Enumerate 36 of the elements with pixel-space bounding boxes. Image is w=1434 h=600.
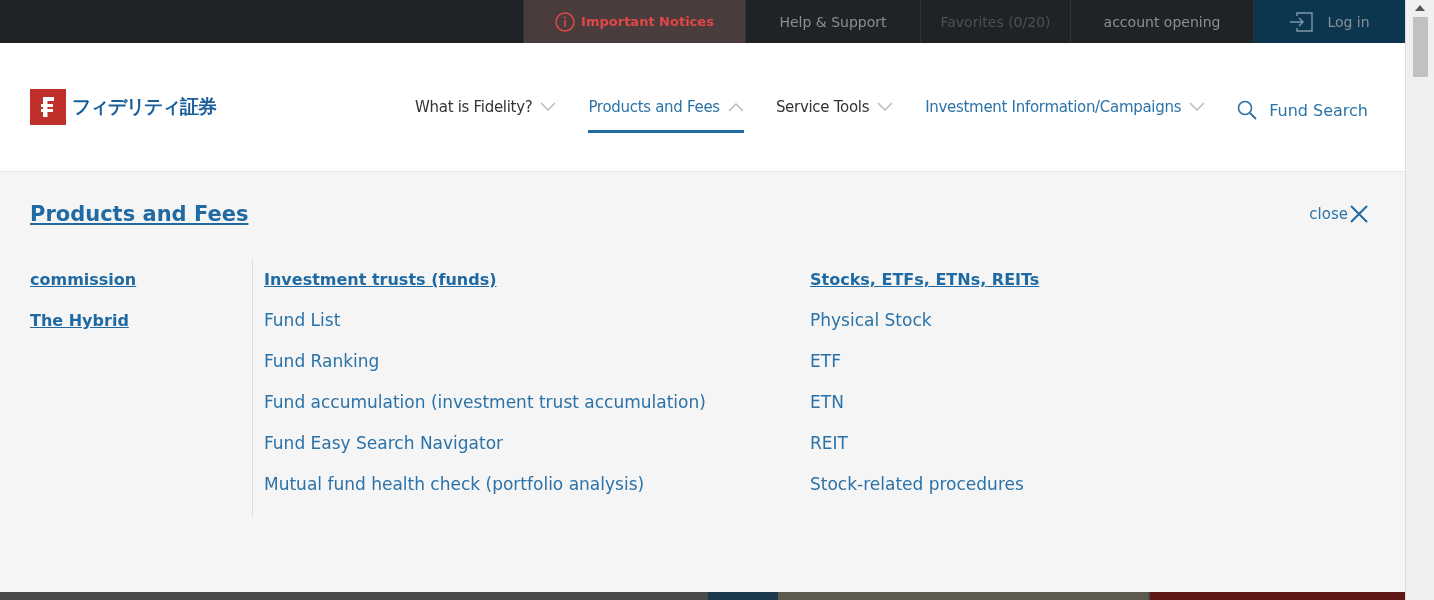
menu-heading-link[interactable]: The Hybrid — [30, 311, 129, 330]
menu-link[interactable]: ETF — [810, 351, 841, 371]
chevron-down-icon — [877, 102, 894, 112]
fund-search-button[interactable]: Fund Search — [1237, 100, 1368, 120]
logo-text[interactable]: フィデリティ証券 — [72, 94, 216, 120]
scrollbar[interactable] — [1405, 0, 1434, 600]
nav-menu-item[interactable]: Investment Information/Campaigns — [925, 84, 1206, 133]
menu-link[interactable]: Fund accumulation (investment trust accumulation) — [264, 392, 706, 412]
chevron-up-icon — [727, 102, 744, 112]
scrollbar-thumb[interactable] — [1412, 17, 1428, 77]
menu-title-link[interactable]: Products and Fees — [30, 202, 249, 226]
login-icon — [1289, 11, 1314, 32]
logo-icon — [30, 89, 66, 125]
menu-link[interactable]: Mutual fund health check (portfolio analysis) — [264, 474, 645, 494]
menu-heading-link[interactable]: commission — [30, 270, 137, 289]
chevron-down-icon — [1189, 102, 1206, 112]
search-icon — [1237, 100, 1258, 120]
nav-menu-item[interactable]: Products and Fees — [588, 84, 744, 133]
chevron-down-icon — [540, 102, 557, 112]
info-icon — [555, 11, 576, 32]
menu-heading-link[interactable]: Investment trusts (funds) — [264, 270, 497, 289]
menu-link[interactable]: Fund Ranking — [264, 351, 380, 371]
menu-link[interactable]: Fund List — [264, 310, 341, 330]
close-icon — [1350, 205, 1368, 223]
nav-menu-item[interactable]: What is Fidelity? — [415, 84, 557, 133]
menu-link[interactable]: Stock-related procedures — [810, 474, 1024, 494]
menu-link[interactable]: REIT — [810, 433, 848, 453]
menu-link[interactable]: Physical Stock — [810, 310, 932, 330]
menu-heading-link[interactable]: Stocks, ETFs, ETNs, REITs — [810, 270, 1040, 289]
close-button[interactable]: close — [1309, 205, 1368, 223]
menu-link[interactable]: Fund Easy Search Navigator — [264, 433, 504, 453]
menu-link[interactable]: ETN — [810, 392, 844, 412]
login-button[interactable]: Log in — [1253, 0, 1405, 43]
scroll-up-icon[interactable] — [1415, 5, 1425, 11]
nav-menu-item[interactable]: Service Tools — [775, 84, 894, 133]
notice-button[interactable]: Important Notices — [523, 0, 745, 43]
